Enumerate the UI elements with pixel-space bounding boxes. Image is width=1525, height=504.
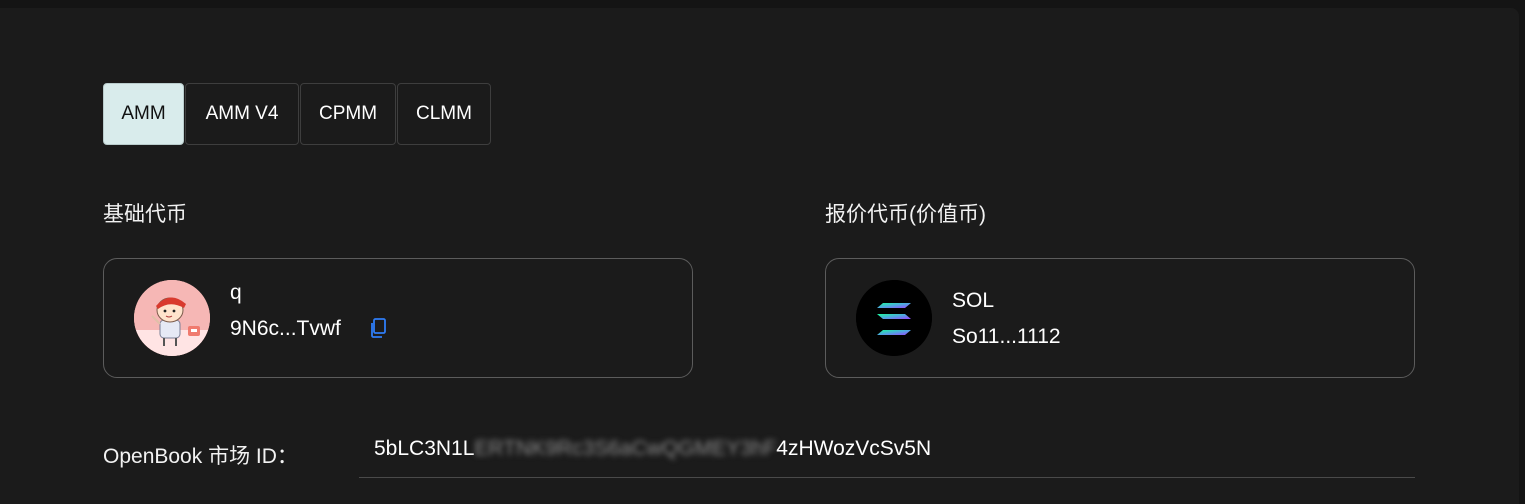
pool-type-tabs: AMM AMM V4 CPMM CLMM — [103, 83, 491, 145]
quote-token-label: 报价代币(价值币) — [825, 203, 986, 226]
base-token-address: 9N6c...Tvwf — [230, 317, 341, 340]
market-id-value: 5bLC3N1LERTNK9Rc3S6aCwQGMEY3hF4zHWozVcSv… — [374, 437, 931, 461]
market-id-obscured: ERTNK9Rc3S6aCwQGMEY3hF — [474, 437, 777, 460]
market-id-prefix: 5bLC3N1L — [374, 437, 475, 460]
copy-icon[interactable] — [369, 318, 387, 338]
quote-token-card[interactable]: SOL So11...1112 — [825, 258, 1415, 378]
pool-panel: AMM AMM V4 CPMM CLMM 基础代币 报价代币(价值币) q 9N… — [0, 8, 1519, 504]
base-token-label: 基础代币 — [103, 203, 187, 226]
market-id-field[interactable]: 5bLC3N1LERTNK9Rc3S6aCwQGMEY3hF4zHWozVcSv… — [359, 428, 1415, 478]
market-id-suffix: 4zHWozVcSv5N — [776, 437, 932, 460]
base-token-symbol: q — [230, 281, 242, 304]
tab-amm-v4[interactable]: AMM V4 — [185, 83, 299, 145]
market-id-label: OpenBook 市场 ID： — [103, 445, 298, 468]
tab-amm[interactable]: AMM — [103, 83, 184, 145]
quote-token-address: So11...1112 — [952, 325, 1061, 348]
quote-token-symbol: SOL — [952, 289, 995, 312]
base-token-card[interactable]: q 9N6c...Tvwf — [103, 258, 693, 378]
tab-cpmm[interactable]: CPMM — [300, 83, 396, 145]
cartoon-avatar-icon — [134, 280, 210, 356]
solana-logo-icon — [856, 280, 932, 356]
tab-clmm[interactable]: CLMM — [397, 83, 491, 145]
